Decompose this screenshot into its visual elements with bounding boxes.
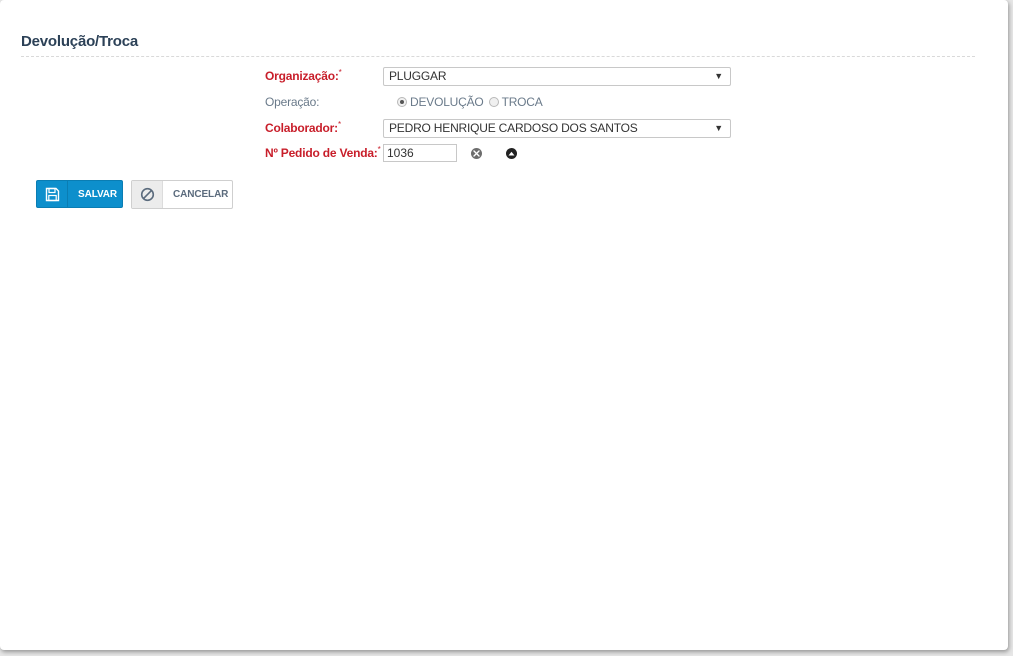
organizacao-label-text: Organização: [265,69,339,83]
ban-glyph [140,187,154,202]
colaborador-label-text: Colaborador: [265,121,338,135]
organizacao-label: Organização:* [265,68,342,83]
pedido-label-text: Nº Pedido de Venda: [265,146,378,160]
title-divider [21,56,975,57]
required-mark: * [338,68,342,77]
colaborador-select[interactable]: PEDRO HENRIQUE CARDOSO DOS SANTOS ▼ [383,119,731,138]
required-mark: * [377,145,381,154]
organizacao-select[interactable]: PLUGGAR ▼ [383,67,731,86]
radio-troca-label[interactable]: TROCA [502,95,543,109]
floppy-disk-icon [37,181,68,207]
pedido-input[interactable] [383,144,457,162]
cancel-button[interactable]: CANCELAR [131,180,233,209]
colaborador-label: Colaborador:* [265,120,341,135]
chevron-up-circle-icon[interactable] [506,148,517,159]
organizacao-select-value: PLUGGAR [389,69,447,83]
triangle-up-glyph [508,151,515,156]
radio-devolucao[interactable] [397,97,407,107]
main-panel: Devolução/Troca Organização:* PLUGGAR ▼ … [0,0,1008,650]
colaborador-select-value: PEDRO HENRIQUE CARDOSO DOS SANTOS [389,121,638,135]
save-button-label: SALVAR [78,188,118,200]
operacao-label: Operação: [265,95,320,109]
close-glyph [473,150,480,157]
caret-down-icon: ▼ [714,71,723,81]
required-mark: * [337,120,341,129]
caret-down-icon: ▼ [714,123,723,133]
ban-icon [132,181,163,208]
radio-devolucao-label[interactable]: DEVOLUÇÃO [410,95,484,109]
page-title: Devolução/Troca [21,33,139,50]
radio-troca[interactable] [488,97,499,107]
floppy-disk-glyph [45,187,59,201]
cancel-button-label: CANCELAR [173,189,229,200]
close-circle-icon[interactable] [471,148,482,159]
pedido-label: Nº Pedido de Venda:* [265,145,381,160]
operacao-radio-group: DEVOLUÇÃO TROCA [397,95,548,109]
save-button[interactable]: SALVAR [36,180,123,208]
